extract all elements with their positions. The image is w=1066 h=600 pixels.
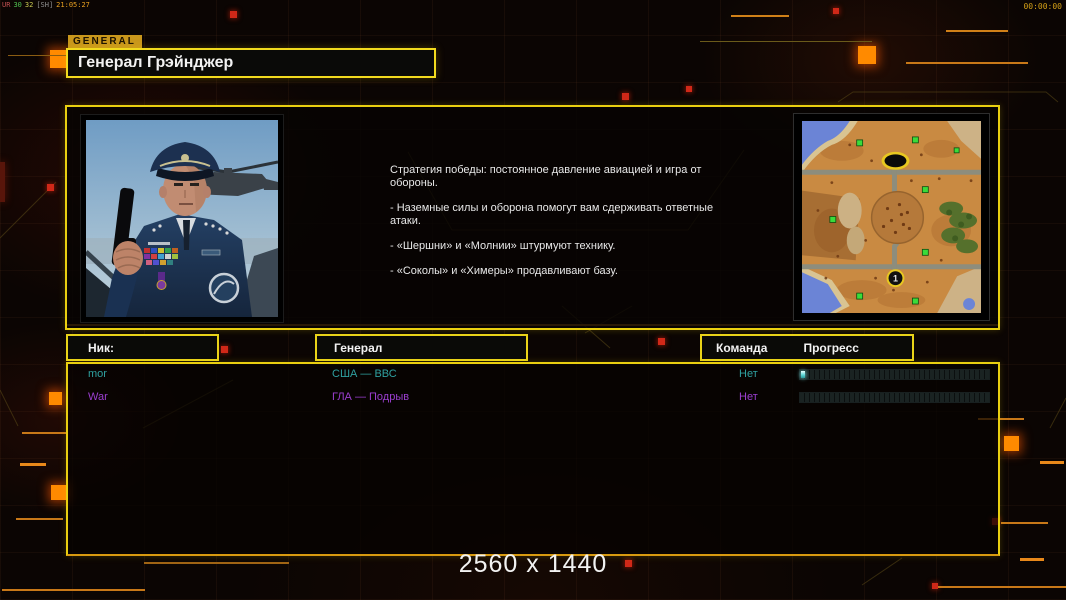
player-team: Нет bbox=[739, 391, 758, 403]
osd-segment: 32 bbox=[24, 1, 34, 9]
deco-line bbox=[906, 62, 1028, 64]
deco-line bbox=[938, 586, 1066, 588]
deco-square bbox=[858, 46, 876, 64]
player-general: США — ВВС bbox=[332, 368, 397, 380]
progress-bar bbox=[799, 392, 990, 403]
general-column-header: Генерал bbox=[315, 334, 528, 361]
deco-edge-bar bbox=[0, 162, 5, 202]
deco-line bbox=[20, 463, 46, 466]
deco-square bbox=[622, 93, 629, 100]
nick-column-header: Ник: bbox=[66, 334, 219, 361]
deco-line bbox=[1040, 461, 1064, 464]
osd-segment: 21:05:27 bbox=[56, 1, 90, 9]
player-nick: mor bbox=[88, 368, 107, 380]
deco-square bbox=[221, 346, 228, 353]
deco-line bbox=[731, 15, 789, 17]
minimap-image: 1 bbox=[802, 121, 981, 313]
match-timer: 00:00:00 bbox=[1023, 2, 1062, 11]
deco-square bbox=[49, 392, 62, 405]
osd-segment: 30 bbox=[13, 1, 22, 9]
progress-header-label: Прогресс bbox=[803, 340, 859, 355]
player-nick: War bbox=[88, 391, 108, 403]
minimap: 1 bbox=[793, 113, 990, 321]
general-title-box: Генерал Грэйнджер bbox=[66, 48, 436, 78]
general-title: Генерал Грэйнджер bbox=[78, 54, 234, 71]
osd-segment: [SH] bbox=[36, 1, 54, 9]
progress-fill bbox=[801, 371, 805, 378]
progress-bar bbox=[799, 369, 990, 380]
start-marker-label: 1 bbox=[893, 274, 898, 284]
player-row: mor США — ВВС Нет bbox=[68, 368, 998, 384]
general-portrait bbox=[80, 114, 284, 323]
briefing-text: Стратегия победы: постоянное давление ав… bbox=[390, 164, 718, 290]
osd-segment: UR bbox=[2, 1, 11, 9]
nick-header-label: Ник: bbox=[88, 340, 115, 355]
briefing-paragraph: Стратегия победы: постоянное давление ав… bbox=[390, 164, 702, 189]
player-general: ГЛА — Подрыв bbox=[332, 391, 410, 403]
general-header-label: Генерал bbox=[334, 340, 383, 355]
deco-square bbox=[1004, 436, 1019, 451]
briefing-paragraph: - Наземные силы и оборона помогут вам сд… bbox=[390, 201, 714, 227]
deco-square bbox=[686, 86, 692, 92]
deco-line bbox=[22, 432, 66, 434]
player-rows: mor США — ВВС Нет War ГЛА — Подрыв Нет bbox=[66, 362, 1000, 556]
deco-line bbox=[2, 589, 145, 591]
deco-line bbox=[16, 518, 63, 520]
team-header-label: Команда bbox=[716, 340, 768, 355]
briefing-paragraph: - «Соколы» и «Химеры» продавливают базу. bbox=[390, 264, 618, 277]
deco-square bbox=[47, 184, 54, 191]
deco-line bbox=[700, 41, 872, 42]
resolution-label: 2560 x 1440 bbox=[458, 550, 608, 578]
deco-line bbox=[946, 30, 1008, 32]
deco-line bbox=[1001, 522, 1048, 524]
briefing-paragraph: - «Шершни» и «Молнии» штурмуют технику. bbox=[390, 239, 616, 252]
deco-square bbox=[658, 338, 665, 345]
player-row: War ГЛА — Подрыв Нет bbox=[68, 391, 998, 407]
deco-square bbox=[51, 485, 66, 500]
general-tag-label: GENERAL bbox=[68, 35, 142, 48]
player-team: Нет bbox=[739, 368, 758, 380]
deco-square bbox=[230, 11, 237, 18]
deco-square bbox=[833, 8, 839, 14]
general-portrait-image bbox=[86, 120, 278, 317]
team-progress-column-header: Команда Прогресс bbox=[700, 334, 914, 361]
fps-osd-overlay: UR 30 32 [SH] 21:05:27 bbox=[2, 1, 93, 9]
